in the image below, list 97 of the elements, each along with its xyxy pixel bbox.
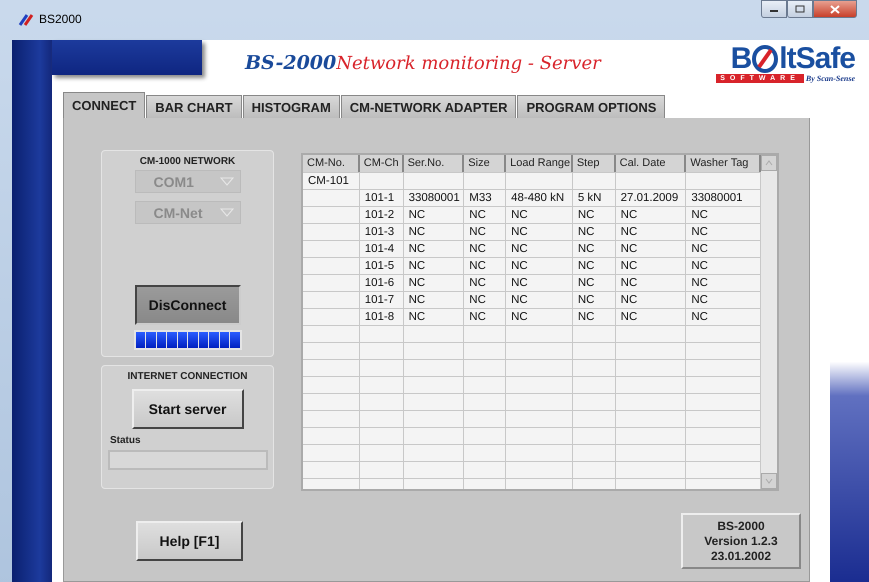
maximize-button[interactable] <box>787 0 813 18</box>
status-field[interactable] <box>108 450 268 470</box>
table-cell: NC <box>408 277 426 289</box>
table-cell: 48-480 kN <box>511 192 564 204</box>
start-server-button[interactable]: Start server <box>132 389 244 429</box>
logo-text: B <box>730 44 752 74</box>
table-cell: NC <box>408 260 426 272</box>
caret-icon <box>220 177 234 186</box>
scroll-down-icon[interactable] <box>761 473 777 489</box>
table-cell: NC <box>620 209 638 221</box>
table-cell: NC <box>578 311 594 323</box>
table-cell: NC <box>469 226 486 238</box>
status-label: Status <box>110 435 141 446</box>
table-cell: NC <box>469 260 486 272</box>
table-cell: 101-1 <box>364 192 394 204</box>
tab[interactable]: PROGRAM OPTIONS <box>517 95 666 118</box>
table-cell: 101-2 <box>364 209 394 221</box>
caret-icon <box>220 208 234 217</box>
table-cell: NC <box>511 311 528 323</box>
table-cell: 101-5 <box>364 260 394 272</box>
table-cell: 101-8 <box>364 311 394 323</box>
table-cell: NC <box>691 243 708 255</box>
column-header[interactable]: Size <box>464 155 506 172</box>
version-text: Version 1.2.3 <box>704 534 778 548</box>
table-cell: CM-101 <box>308 175 349 187</box>
table-cell: NC <box>620 260 638 272</box>
table-cell: NC <box>469 294 486 306</box>
table-cell: NC <box>469 277 486 289</box>
product-name: BS-2000 <box>245 52 336 74</box>
table-cell: NC <box>408 209 426 221</box>
app-title: Network monitoring - Server <box>336 53 601 74</box>
table-cell: NC <box>578 294 594 306</box>
table-cell: NC <box>620 226 638 238</box>
group-title: INTERNET CONNECTION <box>128 371 248 382</box>
table-cell: 101-7 <box>364 294 394 306</box>
table-cell: NC <box>620 277 638 289</box>
column-header[interactable]: Step <box>572 155 616 172</box>
minimize-button[interactable] <box>761 0 787 18</box>
tab[interactable]: HISTOGRAM <box>242 95 340 118</box>
disconnect-button[interactable]: DisConnect <box>134 285 240 325</box>
table-cell: NC <box>511 209 528 221</box>
table-cell: NC <box>578 209 594 221</box>
column-header[interactable]: CM-Ch <box>360 155 404 172</box>
table-cell: NC <box>511 260 528 272</box>
close-icon <box>830 4 840 14</box>
table-cell: NC <box>578 243 594 255</box>
scroll-up-icon[interactable] <box>761 155 777 171</box>
table-cell: NC <box>469 243 486 255</box>
column-header[interactable]: CM-No. <box>303 155 360 172</box>
table-cell: NC <box>691 311 708 323</box>
close-button[interactable] <box>813 0 857 18</box>
version-text: BS-2000 <box>717 518 765 534</box>
table-cell: NC <box>408 294 426 306</box>
table-cell: 101-4 <box>364 243 394 255</box>
table-cell: NC <box>691 209 708 221</box>
table-cell: NC <box>511 294 528 306</box>
app-icon <box>18 13 34 27</box>
scrollbar[interactable] <box>761 155 777 489</box>
table-cell: NC <box>578 277 594 289</box>
table-cell: NC <box>511 226 528 238</box>
group-title: CM-1000 NETWORK <box>140 156 236 167</box>
table-cell: 5 kN <box>578 192 602 204</box>
table-cell: NC <box>469 209 486 221</box>
maximize-icon <box>795 5 805 13</box>
column-header[interactable]: Cal. Date <box>616 155 686 172</box>
column-header[interactable]: Ser.No. <box>404 155 464 172</box>
table-cell: NC <box>511 243 528 255</box>
window-title: BS2000 <box>39 12 82 26</box>
table-cell: NC <box>408 226 426 238</box>
table-cell: NC <box>469 311 486 323</box>
table-cell: NC <box>691 260 708 272</box>
table-cell: NC <box>578 226 594 238</box>
table-cell: 33080001 <box>691 192 743 204</box>
table-cell: M33 <box>469 192 492 204</box>
table-cell: 27.01.2009 <box>620 192 678 204</box>
table-cell: NC <box>691 277 708 289</box>
logo-text: ltSafe <box>779 44 855 74</box>
table-cell: NC <box>408 311 426 323</box>
logo-byline: By Scan-Sense <box>806 74 855 83</box>
table-cell: 33080001 <box>408 192 460 204</box>
table-cell: NC <box>408 243 426 255</box>
table-cell: 101-3 <box>364 226 394 238</box>
help-button[interactable]: Help [F1] <box>136 521 243 561</box>
tab[interactable]: CM-NETWORK ADAPTER <box>340 95 516 118</box>
table-cell: NC <box>691 294 708 306</box>
table-cell: NC <box>691 226 708 238</box>
version-text: 23.01.2002 <box>710 548 772 564</box>
tab[interactable]: CONNECT <box>63 92 146 118</box>
column-header[interactable]: Load Range <box>506 155 573 172</box>
table-cell: NC <box>620 311 638 323</box>
table-cell: NC <box>511 277 528 289</box>
table-cell: NC <box>620 294 638 306</box>
table-cell: 101-6 <box>364 277 394 289</box>
table-cell: NC <box>620 243 638 255</box>
table-cell: NC <box>578 260 594 272</box>
tab[interactable]: BAR CHART <box>146 95 242 118</box>
bolt-icon <box>752 45 778 73</box>
